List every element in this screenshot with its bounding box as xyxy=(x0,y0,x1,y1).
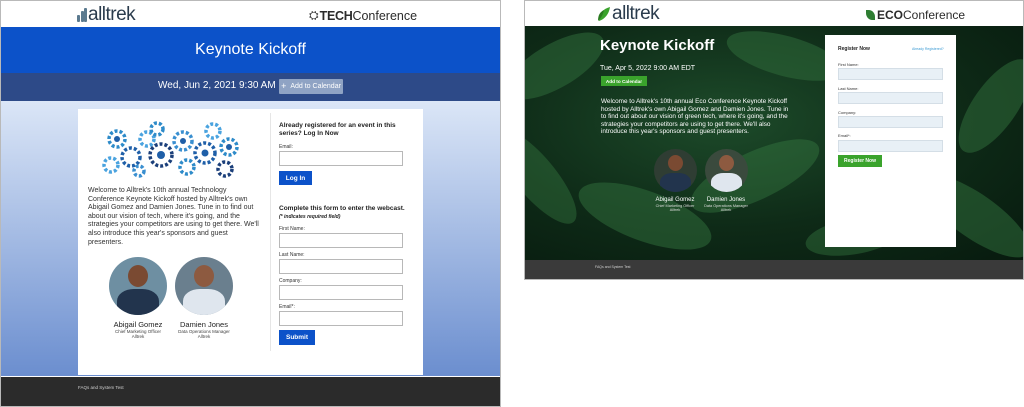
avatar-damien xyxy=(175,257,233,315)
faq-link[interactable]: FAQs and System Test xyxy=(595,265,631,269)
speaker-name: Damien Jones xyxy=(180,320,228,329)
tech-conference-logo: ⛭ TECH Conference xyxy=(309,8,417,23)
eco-conference-logo: ECO Conference xyxy=(866,8,965,22)
conference-suffix: Conference xyxy=(352,8,418,23)
already-registered-link[interactable]: Already Registered? xyxy=(912,47,944,51)
event-date: Wed, Jun 2, 2021 9:30 AM EDT xyxy=(158,80,299,91)
email-label: Email*: xyxy=(838,133,851,138)
first-name-label: First Name: xyxy=(279,226,305,232)
avatar-damien xyxy=(705,149,748,192)
plus-icon: + xyxy=(281,81,287,91)
add-to-calendar-button[interactable]: + Add to Calendar xyxy=(279,79,343,94)
last-name-field[interactable] xyxy=(838,92,943,104)
speaker-company: Alltrek xyxy=(720,208,732,212)
speaker-company: Alltrek xyxy=(131,334,145,339)
required-note: (* indicates required field) xyxy=(279,213,341,220)
page-title: Keynote Kickoff xyxy=(600,37,715,54)
title-band: Keynote Kickoff xyxy=(1,27,500,73)
avatar-abigail xyxy=(109,257,167,315)
eco-leaf-icon xyxy=(866,10,875,20)
tech-logo-icon: ⛭ xyxy=(309,8,319,22)
alltrek-logo: alltrek xyxy=(597,3,660,25)
speaker-name: Damien Jones xyxy=(706,197,746,203)
conference-suffix: Conference xyxy=(903,8,966,22)
avatar-abigail xyxy=(654,149,697,192)
column-divider xyxy=(270,113,271,351)
company-field[interactable] xyxy=(838,116,943,128)
conference-prefix: TECH xyxy=(319,8,353,23)
alltrek-logo: alltrek xyxy=(77,4,136,26)
add-to-calendar-button[interactable]: Add to Calendar xyxy=(601,76,647,86)
page-title: Keynote Kickoff xyxy=(195,41,306,58)
log-in-button[interactable]: Log In xyxy=(279,171,312,185)
alltrek-logo-icon xyxy=(77,8,87,22)
login-email-field[interactable] xyxy=(279,151,403,166)
last-name-field[interactable] xyxy=(279,259,403,274)
email-field[interactable] xyxy=(279,311,403,326)
email-label: Email*: xyxy=(279,304,295,310)
intro-text: Welcome to Alltrek's 10th annual Technol… xyxy=(88,187,259,246)
intro-text: Welcome to Alltrek's 10th annual Eco Con… xyxy=(601,98,789,135)
eco-conference-page: alltrek ECO Conference Keynote Kickoff T… xyxy=(524,0,1024,280)
speaker-company: Alltrek xyxy=(197,334,211,339)
submit-button[interactable]: Submit xyxy=(279,330,315,345)
conference-prefix: ECO xyxy=(877,8,904,22)
last-name-label: Last Name: xyxy=(838,86,859,91)
register-now-button[interactable]: Register Now xyxy=(838,155,882,167)
register-heading: Register Now xyxy=(838,46,870,52)
first-name-field[interactable] xyxy=(838,68,943,80)
add-to-calendar-label: Add to Calendar xyxy=(290,83,341,90)
company-label: Company: xyxy=(279,278,302,284)
brand-name: alltrek xyxy=(612,3,660,24)
tech-conference-page: alltrek ⛭ TECH Conference Keynote Kickof… xyxy=(0,0,501,407)
register-heading: Complete this form to enter the webcast.… xyxy=(279,205,409,221)
alltrek-logo-icon xyxy=(597,6,611,22)
company-field[interactable] xyxy=(279,285,403,300)
footer xyxy=(1,377,500,406)
register-heading-text: Complete this form to enter the webcast. xyxy=(279,205,405,212)
event-date: Tue, Apr 5, 2022 9:00 AM EDT xyxy=(600,65,696,72)
gears-illustration xyxy=(102,121,239,178)
email-field[interactable] xyxy=(838,140,943,152)
leaf-icon xyxy=(598,7,610,21)
brand-name: alltrek xyxy=(88,4,136,25)
faq-link[interactable]: FAQs and System Test xyxy=(78,385,124,390)
footer xyxy=(525,260,1023,279)
speaker-name: Abigail Gomez xyxy=(113,320,163,329)
first-name-label: First Name: xyxy=(838,62,859,67)
login-heading: Already registered for an event in this … xyxy=(279,122,396,137)
company-label: Company: xyxy=(838,110,857,115)
first-name-field[interactable] xyxy=(279,233,403,248)
last-name-label: Last Name: xyxy=(279,252,305,258)
header-bar xyxy=(1,1,500,27)
email-label: Email: xyxy=(279,144,293,150)
